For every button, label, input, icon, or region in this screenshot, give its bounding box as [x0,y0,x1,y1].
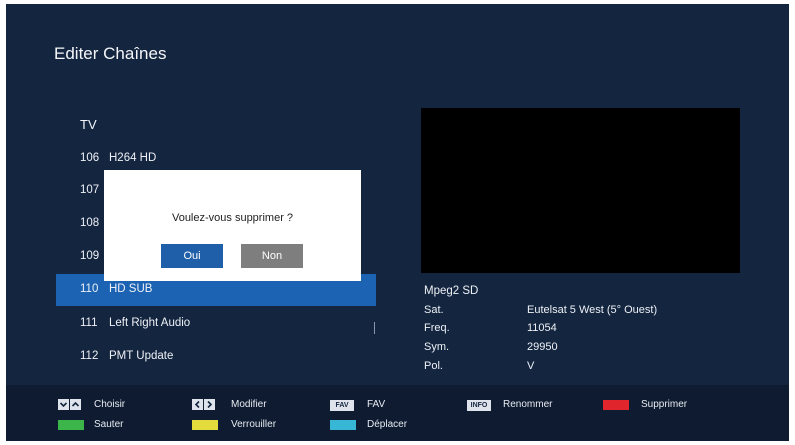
info-pol-value: V [527,360,535,372]
channel-number: 107 [80,184,100,196]
arrow-down-icon [58,399,69,410]
no-button[interactable]: Non [241,244,303,268]
blue-key-icon [330,420,356,430]
list-scrollbar[interactable] [374,322,375,334]
arrow-right-icon [204,399,215,410]
channel-number: 108 [80,217,100,229]
legend-fav: FAV [367,399,386,410]
tv-screen: Editer Chaînes TV 106 H264 HD 107 108 10… [6,4,789,441]
legend-move: Déplacer [367,419,408,430]
channel-row[interactable]: 112 PMT Update [56,342,376,372]
channel-number: 111 [80,317,98,329]
channel-name: PMT Update [109,350,174,362]
list-header: TV [80,117,97,132]
info-sat-label: Sat. [424,304,444,316]
info-codec: Mpeg2 SD [424,285,479,297]
channel-name: HD SUB [109,283,153,295]
yes-button[interactable]: Oui [161,244,223,268]
info-sym-value: 29950 [527,341,558,353]
legend-modify: Modifier [231,399,267,410]
channel-number: 109 [80,250,100,262]
dialog-message: Voulez-vous supprimer ? [171,212,294,224]
info-freq-label: Freq. [424,322,450,334]
channel-number: 110 [80,283,99,295]
info-sat-value: Eutelsat 5 West (5° Ouest) [527,304,658,316]
video-preview [421,108,740,273]
info-freq-value: 11054 [527,322,557,334]
channel-row[interactable]: 111 Left Right Audio [56,309,376,339]
channel-name: H264 HD [109,152,157,164]
info-pol-label: Pol. [424,360,443,372]
channel-name: Left Right Audio [109,317,191,329]
confirm-dialog: Voulez-vous supprimer ? Oui Non [104,170,361,281]
arrow-left-icon [192,399,203,410]
legend-skip: Sauter [94,419,124,430]
channel-number: 112 [80,350,99,362]
green-key-icon [58,420,84,430]
channel-number: 106 [80,152,100,164]
legend-rename: Renommer [503,399,553,410]
legend-lock: Verrouiller [231,419,277,430]
red-key-icon [603,400,629,410]
fav-key-icon: FAV [330,400,354,411]
arrow-up-icon [70,399,81,410]
legend-delete: Supprimer [641,399,688,410]
key-legend: Choisir Modifier FAV FAV INFO Renommer S… [6,385,789,441]
legend-choose: Choisir [94,399,126,410]
info-key-icon: INFO [467,400,491,411]
info-sym-label: Sym. [424,341,450,353]
page-title: Editer Chaînes [54,44,167,63]
yellow-key-icon [192,420,218,430]
